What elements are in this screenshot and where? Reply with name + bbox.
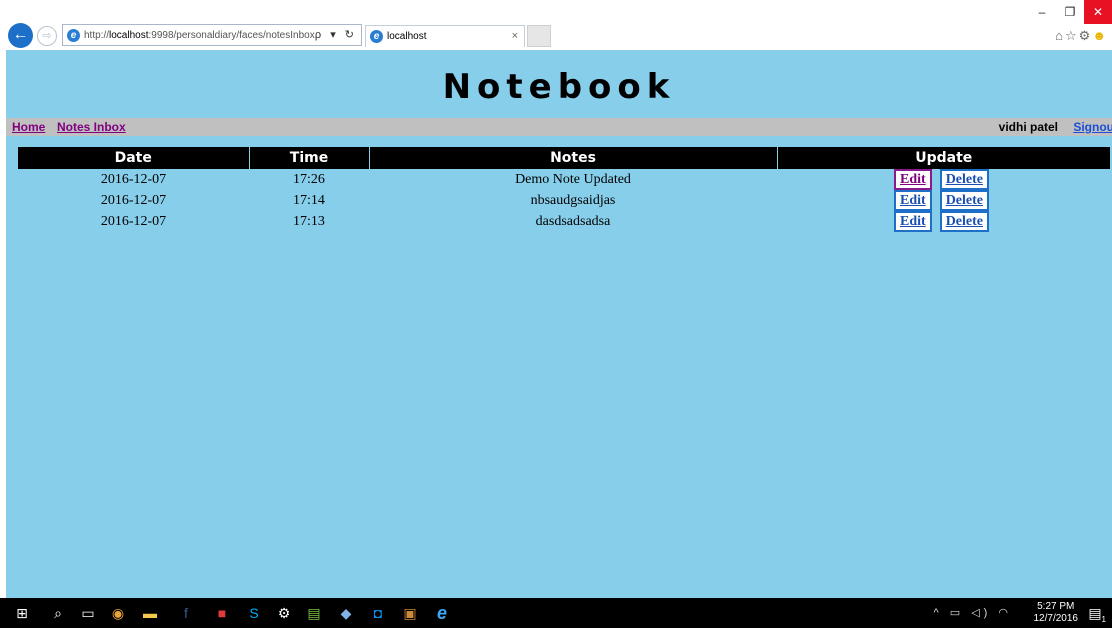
feedback-smiley-icon[interactable]: ☻	[1092, 28, 1108, 43]
delete-button[interactable]: Delete	[939, 190, 989, 211]
tab-localhost[interactable]: e localhost ×	[365, 25, 525, 47]
table-row: 2016-12-07 17:26 Demo Note Updated Edit D…	[18, 169, 1110, 190]
cell-actions: Edit Delete	[777, 190, 1110, 211]
settings-icon[interactable]: ⚙	[276, 605, 292, 621]
chrome-app-icon[interactable]: ◉	[110, 605, 126, 621]
cell-time: 17:14	[293, 192, 325, 208]
ie-favicon-icon: e	[67, 28, 80, 42]
clock-date: 12/7/2016	[1033, 613, 1079, 624]
internet-explorer-icon[interactable]: e	[434, 604, 450, 622]
file-explorer-icon[interactable]: ▬	[142, 605, 158, 621]
page-viewport: Notebook Home Notes Inbox vidhi patel Si…	[6, 50, 1112, 598]
forward-arrow-icon[interactable]: ⇨	[37, 26, 57, 46]
address-bar[interactable]: e http://localhost:9998/personaldiary/fa…	[62, 24, 362, 46]
browser-chrome: ← ⇨ e http://localhost:9998/personaldiar…	[0, 0, 1112, 50]
header-date: Date	[18, 147, 249, 169]
windows-taskbar: ⊞ ⌕ ▭ ◉ ▬ f ■ S ⚙ ▤ ◆ ◘ ▣ e ^ ▭ ◁) ◠ 5:2…	[0, 598, 1112, 628]
delete-button[interactable]: Delete	[939, 169, 989, 190]
start-windows-icon[interactable]: ⊞	[14, 605, 30, 621]
url-host: localhost	[109, 29, 149, 41]
back-arrow-icon[interactable]: ←	[8, 23, 33, 48]
facebook-app-icon[interactable]: f	[178, 605, 194, 621]
tab-close-icon[interactable]: ×	[512, 30, 518, 42]
edit-button[interactable]: Edit	[894, 169, 932, 190]
red-app-icon[interactable]: ■	[214, 605, 230, 621]
cell-note: dasdsadsadsa	[535, 213, 611, 229]
notes-inbox-link[interactable]: Notes Inbox	[57, 120, 126, 134]
url-prefix: http://	[84, 29, 110, 41]
system-tray-icons[interactable]: ^ ▭ ◁) ◠	[934, 606, 1012, 619]
header-update: Update	[776, 147, 1110, 169]
window-controls: – ❐ ✕	[1022, 0, 1112, 24]
url-text: http://localhost:9998/personaldiary/face…	[84, 30, 317, 41]
clock-time: 5:27 PM	[1037, 601, 1075, 612]
page-title: Notebook	[442, 67, 676, 107]
cell-actions: Edit Delete	[777, 211, 1110, 232]
table-header-row: Date Time Notes Update	[18, 147, 1110, 169]
restore-icon[interactable]: ❐	[1056, 0, 1084, 24]
cell-date: 2016-12-07	[100, 171, 167, 187]
minimize-icon[interactable]: –	[1028, 0, 1056, 24]
skype-icon[interactable]: S	[246, 605, 262, 621]
new-tab-button[interactable]	[527, 25, 551, 47]
settings-gear-icon[interactable]: ⚙	[1079, 28, 1093, 43]
edit-button[interactable]: Edit	[894, 190, 932, 211]
game-app-icon[interactable]: ▣	[402, 605, 418, 621]
search-icon[interactable]: ⌕	[50, 605, 66, 621]
task-view-icon[interactable]: ▭	[80, 605, 96, 621]
cell-time: 17:26	[293, 171, 325, 187]
address-tools-icons[interactable]: ρ ▾ ↻	[315, 28, 357, 41]
tab-title: localhost	[387, 31, 427, 42]
table-row: 2016-12-07 17:13 dasdsadsadsa Edit Delete	[18, 211, 1110, 232]
favorites-star-icon[interactable]: ☆	[1065, 28, 1079, 43]
window-close-icon[interactable]: ✕	[1084, 0, 1112, 24]
home-link[interactable]: Home	[12, 120, 45, 134]
table-row: 2016-12-07 17:14 nbsaudgsaidjas Edit Dele…	[18, 190, 1110, 211]
notepad-app-icon[interactable]: ▤	[306, 605, 322, 621]
user-name: vidhi patel	[998, 120, 1058, 134]
action-center-icon[interactable]: ▤1	[1088, 605, 1106, 624]
taskbar-clock[interactable]: 5:27 PM 12/7/2016	[1034, 601, 1079, 625]
edit-button[interactable]: Edit	[894, 211, 932, 232]
notes-table: Date Time Notes Update 2016-12-07 17:26 …	[18, 147, 1110, 232]
header-time: Time	[248, 147, 369, 169]
cell-actions: Edit Delete	[777, 169, 1110, 190]
notification-badge: 1	[1101, 614, 1106, 624]
menu-bar: Home Notes Inbox vidhi patel Signout	[6, 118, 1112, 136]
signout-link[interactable]: Signout	[1073, 120, 1112, 134]
browser-toolbar-icons: ⌂☆⚙☻	[1055, 28, 1108, 44]
cube-app-icon[interactable]: ◆	[338, 605, 354, 621]
url-path: :9998/personaldiary/faces/notesInbox.	[148, 29, 318, 41]
tab-favicon-icon: e	[370, 30, 383, 43]
cell-note: Demo Note Updated	[515, 171, 631, 187]
header-notes: Notes	[368, 147, 777, 169]
cell-time: 17:13	[293, 213, 325, 229]
cell-note: nbsaudgsaidjas	[530, 192, 616, 208]
cell-date: 2016-12-07	[100, 213, 167, 229]
teamviewer-icon[interactable]: ◘	[370, 605, 386, 621]
home-icon[interactable]: ⌂	[1055, 28, 1065, 43]
cell-date: 2016-12-07	[100, 192, 167, 208]
delete-button[interactable]: Delete	[939, 211, 989, 232]
